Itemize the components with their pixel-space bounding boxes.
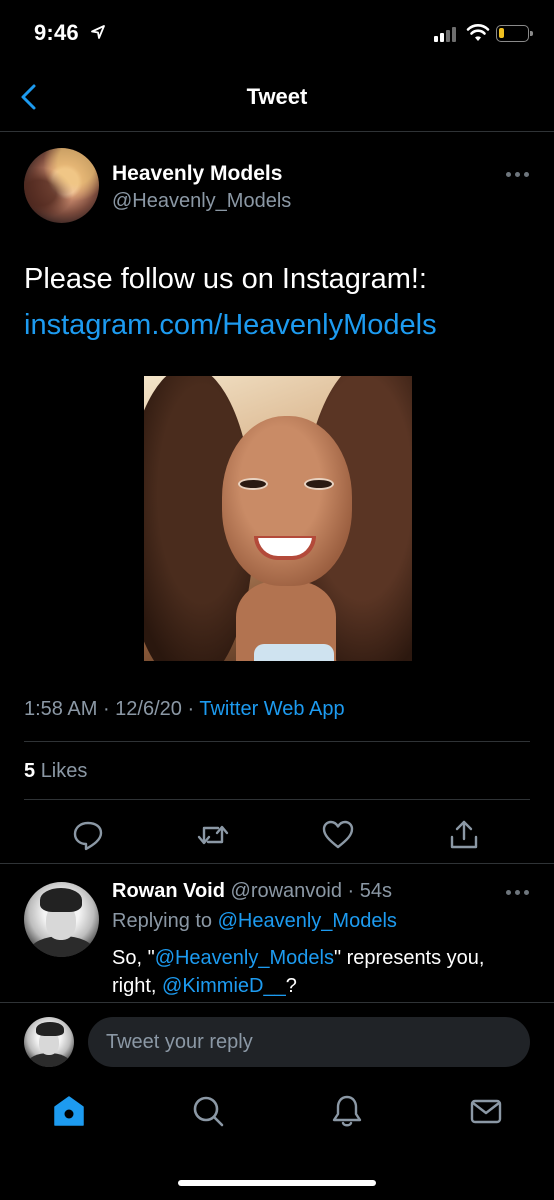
reply-mention[interactable]: @Heavenly_Models (155, 947, 334, 969)
divider (24, 741, 530, 742)
notifications-icon[interactable] (330, 1094, 364, 1128)
reply-input[interactable] (88, 1017, 530, 1067)
battery-icon (496, 25, 533, 42)
reply-composer (0, 1002, 554, 1082)
reply-avatar[interactable] (24, 882, 99, 957)
search-icon[interactable] (191, 1094, 225, 1128)
likes-label: Likes (40, 760, 88, 782)
reply-text-part: So, " (112, 947, 155, 969)
reply-author-name[interactable]: Rowan Void (112, 880, 225, 902)
tweet-actions (0, 812, 554, 862)
tweet-photo[interactable] (144, 376, 412, 661)
like-icon[interactable] (321, 818, 355, 852)
replying-to-label: Replying to (112, 910, 213, 932)
divider (24, 799, 530, 800)
tweet-text: Please follow us on Instagram!: instagra… (24, 256, 534, 348)
reply-icon[interactable] (71, 818, 105, 852)
status-bar: 9:46 (0, 0, 554, 62)
author-name[interactable]: Heavenly Models (112, 162, 282, 186)
reply-age: 54s (359, 880, 393, 902)
tweet-source[interactable]: Twitter Web App (199, 698, 344, 720)
reply-mention[interactable]: @KimmieD__ (162, 975, 286, 997)
tweet-date: 12/6/20 (115, 698, 182, 720)
home-indicator[interactable] (178, 1180, 376, 1186)
author-avatar[interactable] (24, 148, 99, 223)
author-handle[interactable]: @Heavenly_Models (112, 190, 291, 213)
reply-header: Rowan Void @rowanvoid · 54s (112, 880, 393, 902)
reply-more-options-icon[interactable] (506, 890, 530, 896)
replying-to: Replying to @Heavenly_Models (112, 910, 397, 933)
reply-author-handle[interactable]: @rowanvoid (231, 880, 342, 902)
reply-text: So, "@Heavenly_Models" represents you, r… (112, 944, 532, 1000)
status-time: 9:46 (34, 20, 79, 45)
reply-text-part: ? (285, 975, 297, 997)
more-options-icon[interactable] (506, 172, 530, 178)
reply-tweet[interactable]: Rowan Void @rowanvoid · 54s Replying to … (0, 864, 554, 1002)
replying-to-handle[interactable]: @Heavenly_Models (218, 910, 397, 932)
location-arrow-icon (91, 25, 105, 39)
likes-count[interactable]: 5 Likes (24, 760, 87, 783)
likes-number: 5 (24, 760, 36, 782)
tweet-body: Please follow us on Instagram!: (24, 263, 427, 295)
tweet-metadata: 1:58 AM · 12/6/20 · Twitter Web App (24, 698, 345, 720)
home-icon[interactable] (52, 1094, 86, 1128)
tweet-link[interactable]: instagram.com/HeavenlyModels (24, 302, 534, 348)
current-user-avatar (24, 1017, 74, 1067)
nav-header: Tweet (0, 62, 554, 132)
wifi-icon (466, 24, 490, 41)
share-icon[interactable] (447, 818, 481, 852)
messages-icon[interactable] (469, 1094, 503, 1128)
retweet-icon[interactable] (196, 818, 230, 852)
page-title: Tweet (246, 84, 308, 109)
cellular-signal-icon (434, 26, 460, 42)
tweet-time: 1:58 AM (24, 698, 98, 720)
